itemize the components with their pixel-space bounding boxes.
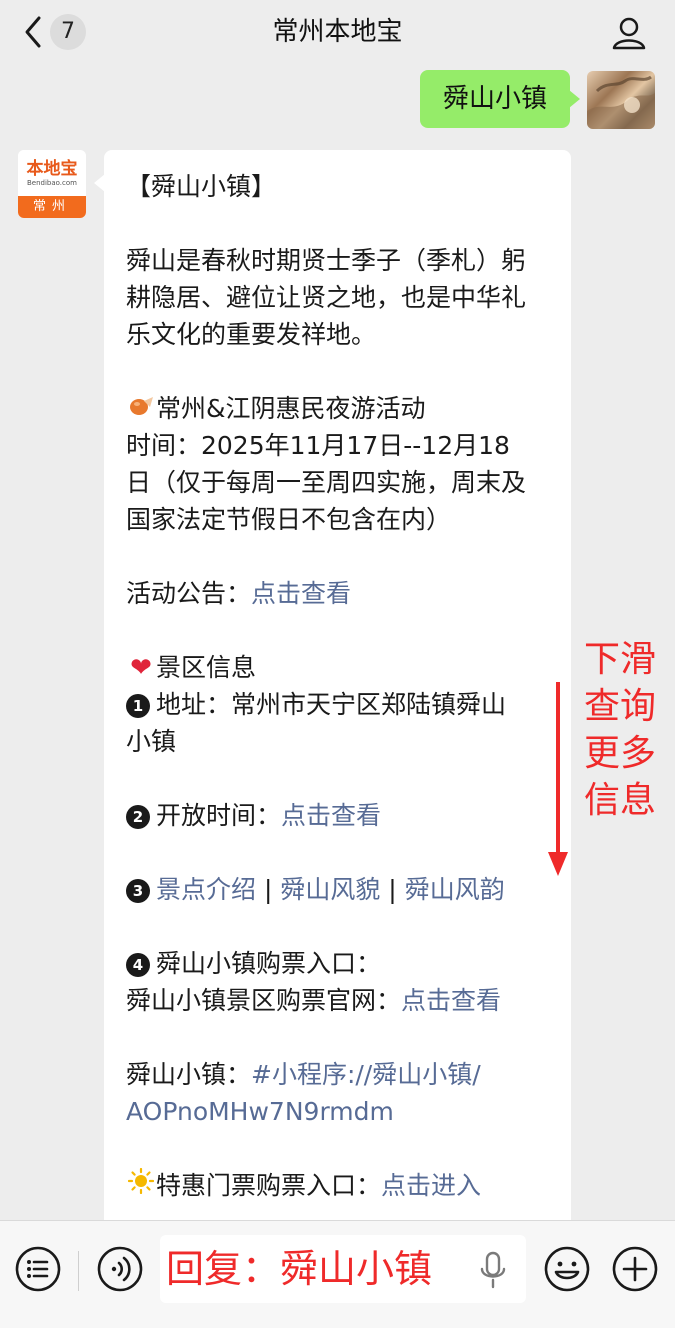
scroll-hint-text: 下滑 查询 更多 信息 (580, 636, 660, 824)
intro-line: 舜山是春秋时期贤士季子（季札）躬 (126, 246, 527, 275)
scroll-down-arrow-icon (548, 682, 568, 876)
avatar-city-label: 常州 (18, 196, 86, 218)
link-separator: | (256, 875, 281, 904)
number-1-icon: 1 (126, 694, 150, 718)
chat-title: 常州本地宝 (272, 17, 403, 47)
notice-link[interactable]: 点击查看 (251, 579, 351, 608)
discount-label: 特惠门票购票入口： (156, 1171, 382, 1200)
hours-link[interactable]: 点击查看 (281, 801, 381, 830)
avatar-domain-text: Bendibao.com (26, 178, 77, 187)
hours-row: 2 开放时间：点击查看 (126, 797, 381, 834)
microphone-icon[interactable] (478, 1251, 508, 1289)
scroll-hint-line: 更多 (583, 733, 656, 774)
miniprogram-label: 舜山小镇： (126, 1060, 252, 1089)
intro-line: 乐文化的重要发祥地。 (126, 320, 377, 349)
address-text: 地址：常州市天宁区郑陆镇舜山 (156, 690, 507, 719)
emoji-icon[interactable] (543, 1245, 591, 1293)
avatar-logo: 本地宝 Bendibao.com (18, 150, 86, 196)
voice-input-icon[interactable] (96, 1245, 144, 1293)
official-account-avatar[interactable]: 本地宝 Bendibao.com 常州 (18, 150, 86, 218)
heart-icon: ❤ (130, 653, 152, 683)
discount-link[interactable]: 点击进入 (381, 1171, 481, 1200)
intro-line: 耕隐居、避位让贤之地，也是中华礼 (126, 283, 527, 312)
event-title: 常州&江阴惠民夜游活动 (156, 394, 426, 423)
chat-header: 7 常州本地宝 (0, 0, 675, 66)
received-message-bubble: 【舜山小镇】 舜山是春秋时期贤士季子（季札）躬 耕隐居、避位让贤之地，也是中华礼… (94, 150, 571, 1230)
bar-divider (78, 1251, 79, 1291)
number-2-icon: 2 (126, 805, 150, 829)
message-input-text: 回复：舜山小镇 (166, 1247, 433, 1291)
input-bar: 回复：舜山小镇 (0, 1220, 675, 1328)
links-row: 3 景点介绍 | 舜山风貌 | 舜山风韵 (126, 871, 505, 908)
discount-row: 特惠门票购票入口：点击进入 (126, 1167, 481, 1206)
ticket-site-row: 舜山小镇景区购票官网：点击查看 (126, 982, 501, 1019)
sun-icon (126, 1167, 156, 1206)
event-time-line: 国家法定节假日不包含在内） (126, 505, 452, 534)
address-row: 1 地址：常州市天宁区郑陆镇舜山 (126, 686, 506, 723)
link-scenic-intro[interactable]: 景点介绍 (156, 875, 256, 904)
miniprogram-link-code[interactable]: AOPnoMHw7N9rmdm (126, 1093, 394, 1130)
event-time-line: 日（仅于每周一至周四实施，周末及 (126, 468, 527, 497)
my-avatar-image (587, 75, 655, 129)
link-charm[interactable]: 舜山风韵 (405, 875, 505, 904)
info-title: 景区信息 (156, 653, 257, 682)
article-title: 【舜山小镇】 (126, 172, 277, 201)
ticket-title: 舜山小镇购票入口： (156, 949, 382, 978)
ticket-site-label: 舜山小镇景区购票官网： (126, 986, 402, 1015)
info-heading: ❤ 景区信息 (126, 649, 256, 687)
scroll-hint-line: 信息 (583, 780, 656, 821)
miniprogram-row: 舜山小镇：#小程序://舜山小镇/ (126, 1056, 481, 1093)
notice-row: 活动公告：点击查看 (126, 575, 351, 612)
tangyuan-icon (126, 392, 156, 429)
ticket-site-link[interactable]: 点击查看 (401, 986, 501, 1015)
profile-icon[interactable] (610, 14, 648, 52)
event-time-line: 时间：2025年11月17日--12月18 (126, 431, 510, 460)
message-input[interactable]: 回复：舜山小镇 (160, 1235, 526, 1303)
number-3-icon: 3 (126, 879, 150, 903)
event-heading: 常州&江阴惠民夜游活动 (126, 390, 426, 429)
link-separator: | (380, 875, 405, 904)
scroll-hint-line: 下滑 (583, 639, 656, 680)
notice-label: 活动公告： (126, 579, 252, 608)
my-avatar[interactable] (587, 71, 655, 129)
miniprogram-link[interactable]: #小程序://舜山小镇/ (251, 1060, 481, 1089)
menu-list-icon[interactable] (14, 1245, 62, 1293)
plus-more-icon[interactable] (611, 1245, 659, 1293)
link-scenery[interactable]: 舜山风貌 (280, 875, 380, 904)
sent-message-bubble[interactable]: 舜山小镇 (420, 70, 580, 128)
ticket-heading: 4 舜山小镇购票入口： (126, 945, 381, 982)
hours-label: 开放时间： (156, 801, 282, 830)
avatar-brand-text: 本地宝 (26, 158, 78, 179)
scroll-hint-line: 查询 (583, 686, 656, 727)
address-line-2: 小镇 (126, 727, 177, 756)
number-4-icon: 4 (126, 953, 150, 977)
